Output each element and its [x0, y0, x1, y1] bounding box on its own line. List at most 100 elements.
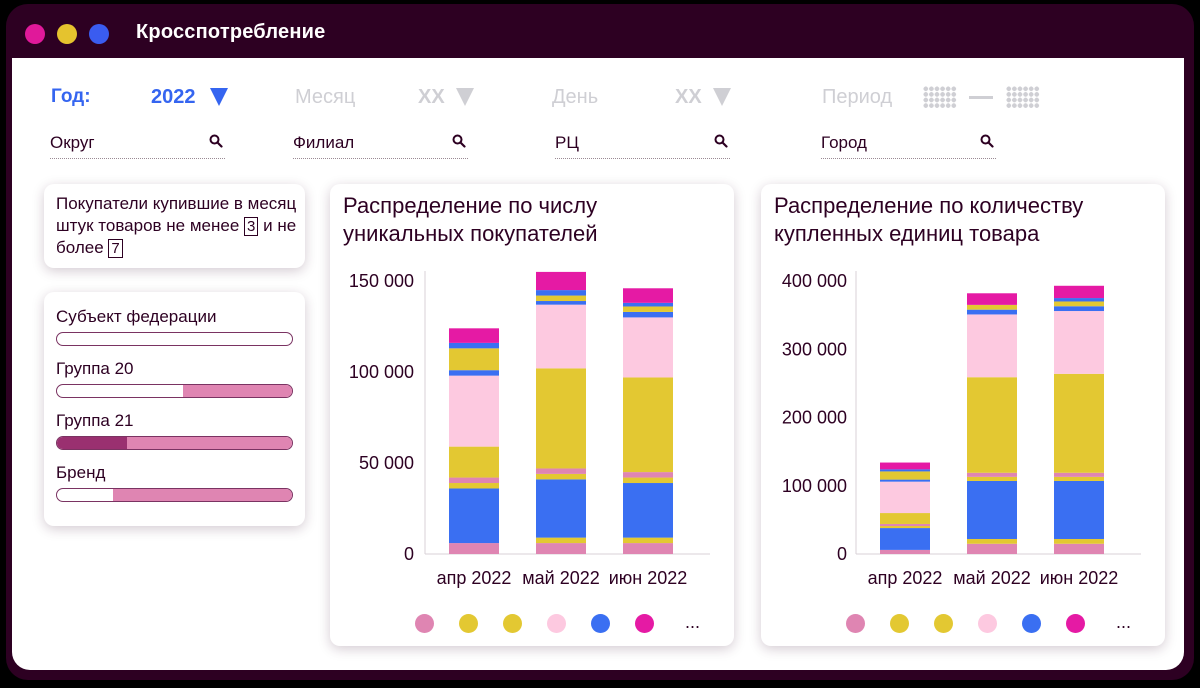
bar-segment[interactable]	[880, 469, 930, 472]
close-window-button[interactable]	[25, 24, 45, 44]
bar-segment[interactable]	[1054, 311, 1104, 374]
bar-segment[interactable]	[536, 304, 586, 369]
legend-item[interactable]	[459, 614, 478, 633]
bar-segment[interactable]	[880, 479, 930, 482]
bar-segment[interactable]	[623, 306, 673, 312]
bar-segment[interactable]	[967, 309, 1017, 315]
bar-segment[interactable]	[623, 477, 673, 484]
bar-segment[interactable]	[536, 543, 586, 554]
bar-segment[interactable]	[623, 483, 673, 538]
month-dropdown-icon[interactable]	[456, 88, 474, 106]
day-dropdown-icon[interactable]	[713, 88, 731, 106]
bar-segment[interactable]	[449, 375, 499, 447]
bar-segment[interactable]	[967, 304, 1017, 310]
okrug-search-field[interactable]: Округ	[50, 132, 225, 159]
bar-segment[interactable]	[1054, 476, 1104, 481]
bar-segment[interactable]	[536, 473, 586, 480]
bar-segment[interactable]	[449, 348, 499, 371]
city-search-label: Город	[821, 133, 867, 152]
minimize-window-button[interactable]	[57, 24, 77, 44]
bar-segment[interactable]	[880, 471, 930, 480]
bar-segment[interactable]	[967, 314, 1017, 378]
bar-segment[interactable]	[536, 290, 586, 296]
bar-segment[interactable]	[1054, 543, 1104, 554]
legend-item[interactable]	[547, 614, 566, 633]
bar-segment[interactable]	[449, 543, 499, 554]
bar-segment[interactable]	[1054, 306, 1104, 312]
bar-segment[interactable]	[449, 342, 499, 349]
bar-segment[interactable]	[967, 472, 1017, 477]
legend-item[interactable]	[1022, 614, 1041, 633]
bar-segment[interactable]	[1054, 538, 1104, 544]
legend-item[interactable]	[503, 614, 522, 633]
bar-segment[interactable]	[536, 271, 586, 291]
day-filter-value[interactable]: XX	[675, 86, 702, 109]
bar-segment[interactable]	[536, 479, 586, 538]
bar-segment[interactable]	[536, 468, 586, 474]
bar-segment[interactable]	[1054, 373, 1104, 473]
legend-item[interactable]	[635, 614, 654, 633]
maximize-window-button[interactable]	[89, 24, 109, 44]
bar-segment[interactable]	[623, 317, 673, 378]
bar-segment[interactable]	[880, 481, 930, 514]
bar-segment[interactable]	[967, 480, 1017, 539]
bar-segment[interactable]	[536, 537, 586, 544]
bar-segment[interactable]	[880, 549, 930, 554]
legend-item[interactable]	[978, 614, 997, 633]
bar-segment[interactable]	[623, 377, 673, 473]
legend-more-button[interactable]: ...	[1116, 612, 1131, 633]
legend-item[interactable]	[591, 614, 610, 633]
city-search-field[interactable]: Город	[821, 132, 996, 159]
bar-segment[interactable]	[1054, 480, 1104, 539]
bar-segment[interactable]	[623, 288, 673, 303]
legend-more-button[interactable]: ...	[685, 612, 700, 633]
bar-segment[interactable]	[623, 311, 673, 318]
bar-segment[interactable]	[536, 295, 586, 302]
bar-segment[interactable]	[1054, 298, 1104, 302]
bar-segment[interactable]	[967, 293, 1017, 305]
bar-segment[interactable]	[880, 526, 930, 529]
bar-segment[interactable]	[1054, 285, 1104, 299]
bar-segment[interactable]	[449, 328, 499, 343]
period-start-calendar-icon[interactable]	[923, 86, 957, 108]
bar-segment[interactable]	[880, 513, 930, 524]
subject-filter-slider[interactable]	[56, 332, 293, 346]
bar-segment[interactable]	[967, 476, 1017, 481]
bar-segment[interactable]	[880, 523, 930, 527]
bar-segment[interactable]	[967, 377, 1017, 473]
max-quantity-input[interactable]: 7	[108, 239, 123, 258]
min-quantity-input[interactable]: 3	[244, 217, 259, 236]
brand-filter-slider[interactable]	[56, 488, 293, 502]
bar-segment[interactable]	[623, 302, 673, 307]
bar-segment[interactable]	[967, 543, 1017, 554]
bar-segment[interactable]	[449, 477, 499, 484]
group20-filter-slider[interactable]	[56, 384, 293, 398]
bar-segment[interactable]	[449, 446, 499, 478]
group21-filter-slider[interactable]	[56, 436, 293, 450]
legend-item[interactable]	[415, 614, 434, 633]
bar-segment[interactable]	[449, 370, 499, 376]
bar-segment[interactable]	[880, 528, 930, 550]
year-filter-value[interactable]: 2022	[151, 86, 196, 109]
dc-search-field[interactable]: РЦ	[555, 132, 730, 159]
bar-segment[interactable]	[623, 543, 673, 554]
bar-segment[interactable]	[1054, 472, 1104, 477]
legend-item[interactable]	[934, 614, 953, 633]
bar-segment[interactable]	[880, 462, 930, 470]
year-dropdown-icon[interactable]	[210, 88, 228, 106]
bar-segment[interactable]	[536, 368, 586, 469]
month-filter-value[interactable]: XX	[418, 86, 445, 109]
legend-item[interactable]	[890, 614, 909, 633]
bar-segment[interactable]	[967, 538, 1017, 544]
bar-segment[interactable]	[623, 472, 673, 478]
bar-segment[interactable]	[449, 483, 499, 489]
legend-item[interactable]	[846, 614, 865, 633]
period-end-calendar-icon[interactable]	[1006, 86, 1040, 108]
units-bought-chart: 400 000 300 000 200 000 100 000 0 апр 2022 май…	[782, 271, 1141, 588]
bar-segment[interactable]	[449, 488, 499, 544]
bar-segment[interactable]	[623, 537, 673, 544]
bar-segment[interactable]	[536, 301, 586, 305]
bar-segment[interactable]	[1054, 301, 1104, 307]
legend-item[interactable]	[1066, 614, 1085, 633]
branch-search-field[interactable]: Филиал	[293, 132, 468, 159]
